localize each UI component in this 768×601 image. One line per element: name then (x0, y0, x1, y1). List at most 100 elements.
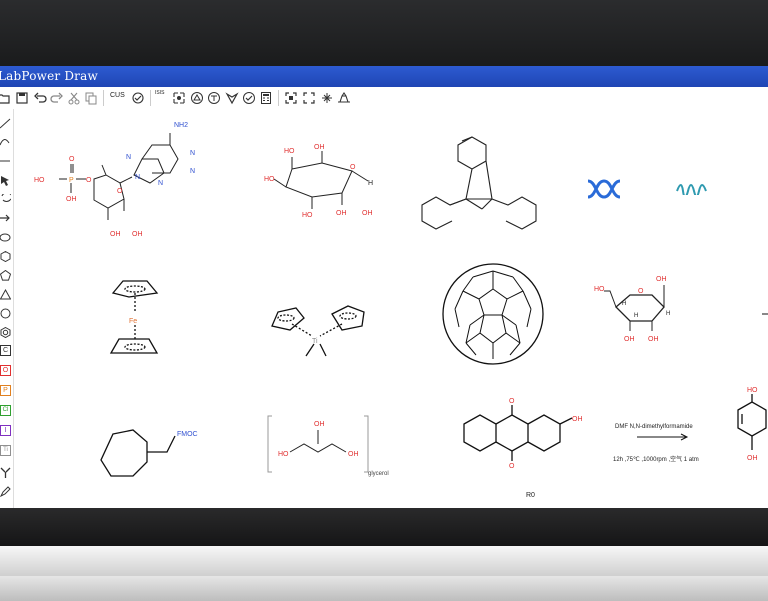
undo-icon[interactable] (33, 91, 47, 105)
atom-label: O (86, 177, 92, 184)
hexagon-icon[interactable] (0, 249, 11, 263)
atom-label: N (190, 150, 195, 157)
arrow-icon[interactable] (0, 211, 11, 222)
element-p-button[interactable]: P (0, 385, 11, 396)
atom-label: O (509, 463, 515, 470)
app-title: LabPower Draw (0, 69, 98, 83)
toolbar-separator (278, 90, 279, 106)
glycerol-molecule[interactable]: HO OH OH glycerol (264, 414, 404, 484)
atom-label: H (368, 180, 373, 187)
atom-label: FMOC (177, 431, 198, 438)
atom-label: OH (656, 276, 667, 283)
atom-label: OH (314, 144, 325, 151)
element-o-button[interactable]: O (0, 365, 11, 376)
redo-icon[interactable] (50, 91, 64, 105)
monitor-bezel-top (0, 0, 768, 66)
atom-label: OH (66, 196, 77, 203)
expand-icon[interactable] (320, 91, 334, 105)
atom-label: NH2 (174, 122, 188, 129)
curve-icon[interactable] (0, 135, 11, 146)
polymer-label: glycerol (368, 471, 389, 477)
isis-button[interactable]: ISIS (155, 90, 164, 96)
clean-icon[interactable] (131, 91, 145, 105)
laptop-base (0, 546, 768, 576)
atom-label: OH (624, 336, 635, 343)
dna-icon[interactable] (586, 179, 622, 199)
titanocene-molecule[interactable]: Ti (264, 294, 374, 364)
atom-label: O (69, 156, 75, 163)
atom-label: N (190, 168, 195, 175)
atom-label: OH (314, 421, 325, 428)
cut-icon[interactable] (67, 91, 81, 105)
protein-helix-icon[interactable] (676, 181, 708, 195)
fit-icon[interactable] (284, 91, 298, 105)
partial-bond (762, 313, 768, 315)
ring-icon[interactable] (207, 91, 221, 105)
app-title-bar: LabPower Draw (0, 66, 768, 87)
atom-label: OH (336, 210, 347, 217)
atom-label: HO (594, 286, 605, 293)
atom-label: OH (348, 451, 359, 458)
tool-icon[interactable] (0, 465, 11, 478)
element-c-button[interactable]: C (0, 345, 11, 356)
fullerene-molecule[interactable] (438, 259, 548, 369)
toolbar-separator (103, 90, 104, 106)
atom-label: HO (264, 176, 275, 183)
atom-label: OH (110, 231, 121, 238)
bond-icon[interactable] (0, 154, 11, 165)
atom-label: HO (278, 451, 289, 458)
save-icon[interactable] (15, 91, 29, 105)
circle-icon[interactable] (0, 306, 11, 319)
template-icon[interactable] (337, 91, 351, 105)
atom-label: HO (284, 148, 295, 155)
amp-molecule[interactable]: HO P O OH O O OH OH N N N N N NH2 (14, 109, 214, 244)
atom-label: Ti (312, 338, 318, 345)
atom-label: OH (362, 210, 373, 217)
reaction-conditions-bottom: 12h ,75℃ ,1000rpm ,空气 1 atm (613, 455, 699, 463)
copy-icon[interactable] (84, 91, 98, 105)
atom-icon[interactable] (190, 91, 204, 105)
select-icon[interactable] (0, 173, 11, 186)
pentagon-icon[interactable] (0, 268, 12, 281)
check-icon[interactable] (242, 91, 256, 105)
anthraquinone-molecule[interactable]: O O OH R0 (454, 394, 584, 504)
element-ti-button[interactable]: Ti (0, 445, 11, 456)
atom-label: H (634, 313, 638, 319)
fmoc-cycloheptane-molecule[interactable]: FMOC (99, 424, 229, 484)
line-icon[interactable] (0, 116, 11, 129)
atom-label: O (350, 164, 356, 171)
tool-sidebar: C O P Cl I Ti (0, 109, 14, 508)
atom-label: HO (747, 387, 758, 394)
zoom-icon[interactable] (302, 91, 316, 105)
cus-button[interactable]: CUS (110, 92, 125, 99)
atom-label: HO (302, 212, 313, 219)
atom-label: OH (648, 336, 659, 343)
element-i-button[interactable]: I (0, 425, 11, 436)
atom-label: H (622, 301, 626, 307)
calculator-icon[interactable] (259, 91, 273, 105)
ferrocene-molecule[interactable]: Fe (99, 269, 169, 359)
pen-icon[interactable] (0, 484, 11, 498)
chiral-icon[interactable] (225, 91, 239, 105)
atom-label: O (117, 188, 123, 195)
benzene-icon[interactable] (0, 325, 11, 339)
drawing-canvas[interactable]: HO P O OH O O OH OH N N N N N NH2 HO OH … (14, 109, 768, 508)
atom-label: N (135, 174, 140, 181)
laptop-base-lip (0, 576, 768, 601)
hydroquinone-molecule[interactable]: HO OH (726, 384, 768, 494)
atom-label: O (638, 288, 644, 295)
ribose-molecule[interactable]: HO OH O OH OH H H H (594, 269, 684, 344)
toolbar-separator (150, 90, 151, 106)
recognize-icon[interactable] (172, 91, 186, 105)
atom-label: H (666, 311, 670, 317)
glucose-molecule[interactable]: HO OH HO HO OH OH O H (264, 139, 384, 239)
element-cl-button[interactable]: Cl (0, 405, 11, 416)
ellipse-icon[interactable] (0, 230, 11, 242)
lasso-icon[interactable] (0, 192, 13, 203)
reaction-arrow[interactable]: DMF N,N-dimethylformamide 12h ,75℃ ,1000… (609, 414, 729, 474)
atom-label: N (158, 180, 163, 187)
open-icon[interactable] (0, 91, 11, 105)
triangle-icon[interactable] (0, 287, 12, 300)
atom-label: OH (572, 416, 583, 423)
triptycene-molecule[interactable] (414, 129, 554, 244)
